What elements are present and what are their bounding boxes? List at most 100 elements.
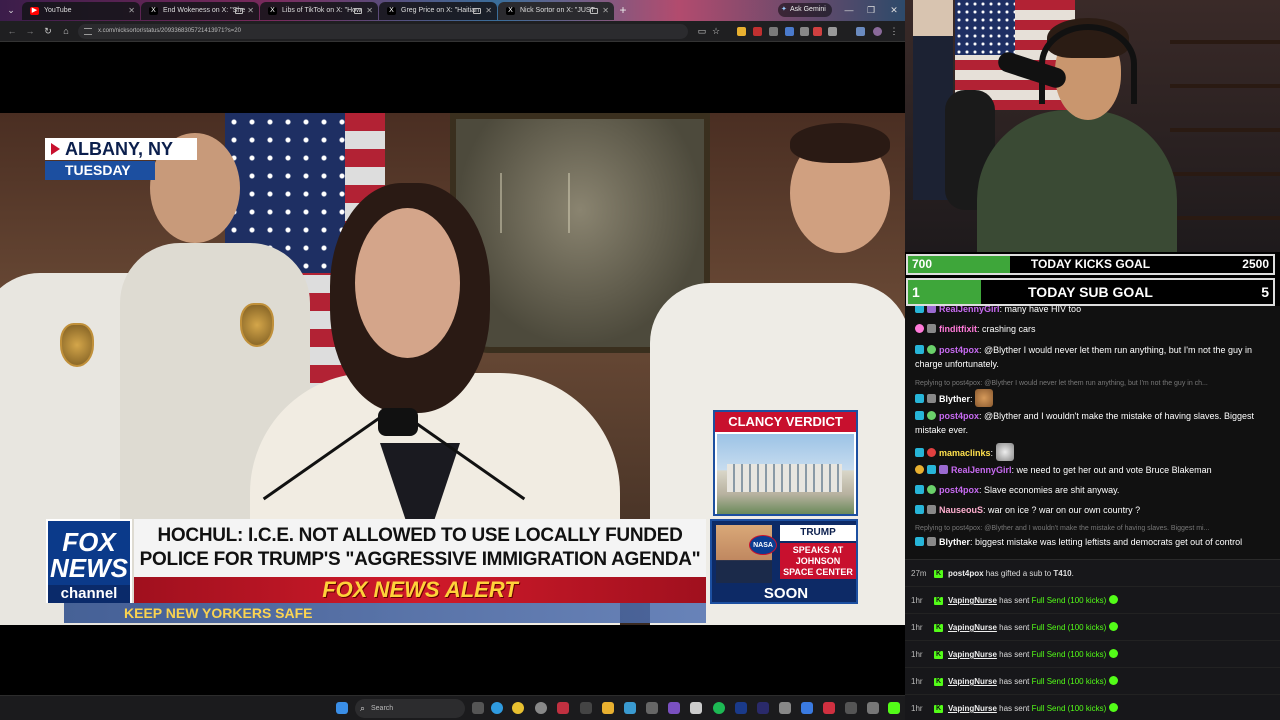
- extension-icon[interactable]: [753, 27, 762, 36]
- close-window-button[interactable]: ✕: [885, 2, 903, 18]
- tab-end-wokeness[interactable]: X End Wokeness on X: "She ✕: [141, 2, 259, 20]
- app-icon[interactable]: [535, 702, 547, 714]
- reply-context: Replying to post4pox: @Blyther and I wou…: [915, 525, 1210, 532]
- edge-icon[interactable]: [491, 702, 503, 714]
- obs-icon[interactable]: [557, 702, 569, 714]
- tab-youtube[interactable]: ▶ YouTube ✕: [22, 2, 140, 20]
- chat-username[interactable]: finditfixit: [939, 324, 977, 334]
- app-icon[interactable]: [580, 702, 592, 714]
- menu-icon[interactable]: ⋮: [886, 24, 902, 39]
- home-button[interactable]: ⌂: [58, 24, 74, 39]
- chat-username[interactable]: Blyther: [939, 537, 970, 547]
- close-icon[interactable]: ✕: [485, 2, 492, 20]
- chat-text: : Slave economies are shit anyway.: [979, 485, 1120, 495]
- extensions-puzzle-icon[interactable]: [828, 27, 837, 36]
- emote-image: [995, 443, 1014, 461]
- spotify-icon[interactable]: [713, 702, 725, 714]
- app-icon[interactable]: [823, 702, 835, 714]
- x-icon: X: [387, 7, 396, 15]
- kick-icon: K: [934, 570, 943, 578]
- tab-nick-sortor[interactable]: X Nick Sortor on X: "JUST ✕: [498, 2, 614, 20]
- maximize-button[interactable]: ❐: [862, 2, 880, 18]
- chat-username[interactable]: RealJennyGirl: [939, 306, 1000, 314]
- event-user[interactable]: VapingNurse: [948, 704, 997, 713]
- chat-username[interactable]: post4pox: [939, 485, 979, 495]
- kicks-target: 2500: [1242, 257, 1269, 271]
- close-icon[interactable]: ✕: [128, 2, 135, 20]
- chat-username[interactable]: NauseouS: [939, 505, 983, 515]
- minimize-button[interactable]: —: [840, 2, 858, 18]
- x-icon: X: [149, 7, 158, 15]
- subscriber-badge-icon: [927, 465, 936, 474]
- nasa-logo: NASA: [749, 535, 777, 555]
- tab-libs-of-tiktok[interactable]: X Libs of TikTok on X: "How ✕: [260, 2, 378, 20]
- url-field[interactable]: x.com/nicksortor/status/2093368305721413…: [78, 24, 688, 39]
- chat-panel[interactable]: RealJennyGirl: many have HIV too finditf…: [905, 306, 1280, 559]
- kick-icon: K: [934, 705, 943, 713]
- tab-search-icon[interactable]: ⌄: [3, 3, 19, 18]
- premiere-icon[interactable]: [757, 702, 769, 714]
- forward-button[interactable]: →: [22, 24, 38, 39]
- app-icon[interactable]: [801, 702, 813, 714]
- event-user[interactable]: VapingNurse: [948, 596, 997, 605]
- extension-icon[interactable]: [785, 27, 794, 36]
- kick-coin-icon: [1109, 622, 1119, 631]
- file-explorer-icon[interactable]: [602, 702, 614, 714]
- gift-badge-icon: [927, 306, 936, 313]
- windows-start-icon[interactable]: [336, 702, 348, 714]
- chat-text: : we need to get her out and vote Bruce …: [1011, 465, 1212, 475]
- ask-gemini-button[interactable]: Ask Gemini: [778, 3, 832, 17]
- app-icon[interactable]: [735, 702, 747, 714]
- task-view-icon[interactable]: [472, 702, 484, 714]
- extension-icon[interactable]: [813, 27, 822, 36]
- emote-image: [975, 389, 994, 407]
- chat-username[interactable]: mamaclinks: [939, 448, 991, 458]
- app-icon[interactable]: [690, 702, 702, 714]
- event-user[interactable]: VapingNurse: [948, 623, 997, 632]
- bookshelf-image: [1170, 0, 1280, 252]
- chat-text: : crashing cars: [977, 324, 1036, 334]
- chrome-icon[interactable]: [512, 702, 524, 714]
- close-icon[interactable]: ✕: [602, 2, 609, 20]
- extension-icon[interactable]: [800, 27, 809, 36]
- taskbar-search[interactable]: Search: [355, 699, 465, 718]
- app-icon[interactable]: [867, 702, 879, 714]
- x-icon: X: [506, 7, 515, 15]
- settings-icon[interactable]: [779, 702, 791, 714]
- chat-username[interactable]: post4pox: [939, 345, 979, 355]
- chat-message: Blyther:: [915, 389, 1275, 407]
- back-button[interactable]: ←: [4, 24, 20, 39]
- tab-title: Nick Sortor on X: "JUST: [520, 7, 595, 14]
- tab-greg-price[interactable]: X Greg Price on X: "Haitian ✕: [379, 2, 497, 20]
- reload-button[interactable]: ↻: [40, 24, 56, 39]
- gift-badge-icon: [927, 505, 936, 514]
- profile-avatar[interactable]: [873, 27, 882, 36]
- site-info-icon[interactable]: [84, 28, 92, 35]
- url-text: x.com/nicksortor/status/2093368305721413…: [98, 28, 241, 34]
- police-badge-image: [60, 323, 94, 367]
- chat-message: NauseouS: war on ice ? war on our own co…: [915, 503, 1275, 517]
- close-icon[interactable]: ✕: [247, 2, 254, 20]
- extension-icon[interactable]: [737, 27, 746, 36]
- sub-goal-label: TODAY SUB GOAL: [1028, 284, 1153, 300]
- app-icon[interactable]: [624, 702, 636, 714]
- fox-news-logo: FOX NEWS channel: [46, 519, 132, 603]
- kick-icon[interactable]: [888, 702, 900, 714]
- event-recipient: T410: [1053, 569, 1072, 578]
- bookmark-star-icon[interactable]: ☆: [708, 24, 724, 39]
- extension-icon[interactable]: [769, 27, 778, 36]
- close-icon[interactable]: ✕: [366, 2, 373, 20]
- event-user[interactable]: VapingNurse: [948, 650, 997, 659]
- chat-username[interactable]: Blyther: [939, 394, 970, 404]
- app-icon[interactable]: [646, 702, 658, 714]
- chat-username[interactable]: RealJennyGirl: [951, 465, 1012, 475]
- headline-line: HOCHUL: I.C.E. NOT ALLOWED TO USE LOCALL…: [157, 525, 683, 546]
- chat-username[interactable]: post4pox: [939, 411, 979, 421]
- new-tab-button[interactable]: +: [616, 3, 630, 17]
- event-user[interactable]: post4pox: [948, 569, 984, 578]
- app-icon[interactable]: [668, 702, 680, 714]
- event-user[interactable]: VapingNurse: [948, 677, 997, 686]
- extension-icon[interactable]: [856, 27, 865, 36]
- kick-icon: K: [934, 624, 943, 632]
- snipping-tool-icon[interactable]: [845, 702, 857, 714]
